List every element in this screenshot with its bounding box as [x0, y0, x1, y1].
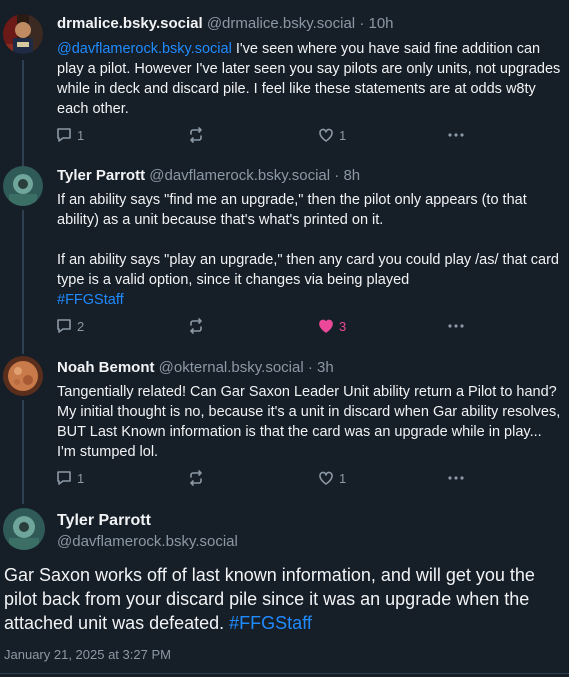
author-handle[interactable]: @davflamerock.bsky.social: [149, 167, 330, 184]
like-button[interactable]: 3: [317, 317, 346, 335]
repost-button[interactable]: [187, 469, 205, 487]
reply-icon: [57, 319, 71, 333]
author-handle[interactable]: @okternal.bsky.social: [159, 359, 304, 376]
reply-count: 1: [77, 470, 85, 486]
author-name[interactable]: drmalice.bsky.social: [57, 15, 203, 32]
post-paragraph: If an ability says "find me an upgrade,"…: [57, 192, 527, 228]
like-button[interactable]: 1: [317, 469, 346, 487]
like-count: 1: [339, 470, 347, 486]
post-time[interactable]: · 10h: [359, 15, 393, 32]
more-icon: [448, 476, 464, 480]
more-button[interactable]: [447, 126, 465, 144]
like-count: 1: [339, 127, 347, 143]
post-time[interactable]: · 8h: [334, 167, 360, 184]
more-button[interactable]: [447, 469, 465, 487]
like-icon: [319, 319, 333, 333]
post-text: @davflamerock.bsky.social I've seen wher…: [57, 39, 562, 119]
repost-button[interactable]: [187, 317, 205, 335]
post-text: Tangentially related! Can Gar Saxon Lead…: [57, 384, 561, 460]
post-text: If an ability says "find me an upgrade,"…: [57, 190, 562, 310]
avatar[interactable]: [3, 166, 43, 206]
post-timestamp[interactable]: January 21, 2025 at 3:27 PM: [4, 647, 171, 662]
post-actions: 1 1: [55, 469, 475, 489]
divider: [0, 673, 569, 674]
repost-icon: [190, 470, 202, 486]
author-handle[interactable]: @drmalice.bsky.social: [207, 15, 355, 32]
repost-icon: [190, 318, 202, 334]
reply-count: 2: [77, 318, 85, 334]
mention-link[interactable]: @davflamerock.bsky.social: [57, 41, 232, 57]
like-icon: [319, 471, 333, 485]
post-actions: 2 3: [55, 317, 475, 337]
reply-button[interactable]: 1: [55, 126, 84, 144]
repost-button[interactable]: [187, 126, 205, 144]
reply-icon: [57, 128, 71, 142]
post-text: Gar Saxon works off of last known inform…: [4, 563, 564, 635]
hashtag-link[interactable]: #FFGStaff: [57, 290, 562, 310]
like-count: 3: [339, 318, 347, 334]
author-name[interactable]: Tyler Parrott: [57, 512, 151, 530]
hashtag-link[interactable]: #FFGStaff: [229, 613, 312, 633]
author-name[interactable]: Tyler Parrott: [57, 167, 145, 184]
avatar[interactable]: [3, 14, 43, 54]
author-name[interactable]: Noah Bemont: [57, 359, 155, 376]
post-time[interactable]: · 3h: [308, 359, 334, 376]
post-paragraph: If an ability says "play an upgrade," th…: [57, 252, 559, 288]
author-handle[interactable]: @davflamerock.bsky.social: [57, 533, 238, 550]
reply-button[interactable]: 1: [55, 469, 84, 487]
thread-line: [22, 60, 24, 166]
more-icon: [448, 133, 464, 137]
repost-icon: [190, 127, 202, 143]
more-icon: [448, 324, 464, 328]
avatar[interactable]: [3, 356, 43, 396]
like-button[interactable]: 1: [317, 126, 346, 144]
thread-line: [22, 210, 24, 354]
reply-icon: [57, 471, 71, 485]
reply-button[interactable]: 2: [55, 317, 84, 335]
thread-line: [22, 400, 24, 504]
reply-count: 1: [77, 127, 85, 143]
like-icon: [319, 128, 333, 142]
post-actions: 1 1: [55, 126, 475, 146]
more-button[interactable]: [447, 317, 465, 335]
avatar[interactable]: [3, 508, 45, 550]
